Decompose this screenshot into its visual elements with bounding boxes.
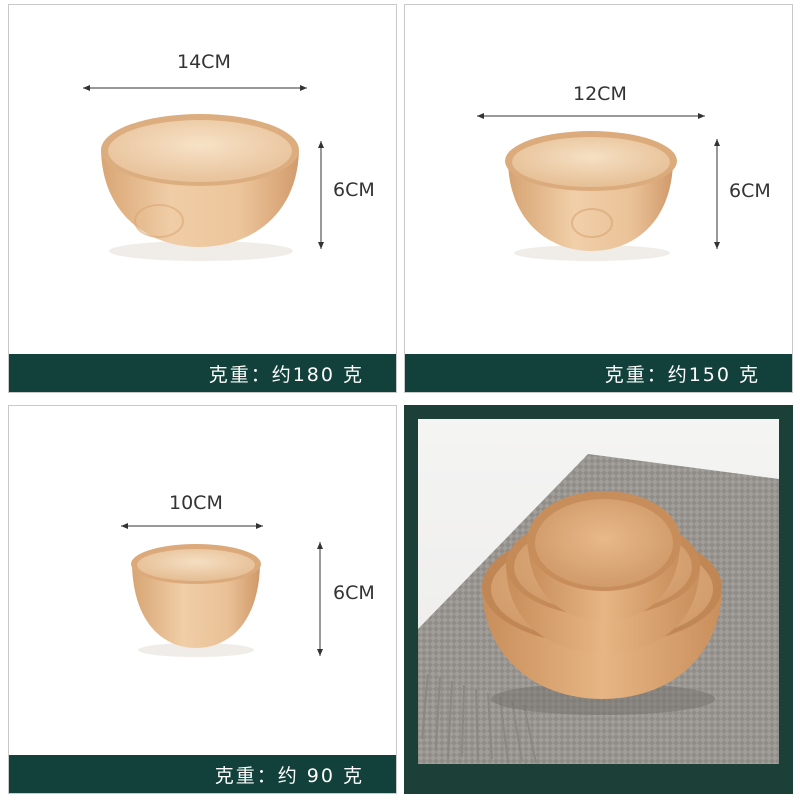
nested-bowls-photo-panel <box>404 405 793 794</box>
large-bowl-illustration <box>83 85 324 261</box>
weight-label: 克重：约180 克 <box>9 354 396 392</box>
product-panel-large: 14CM 6CM 克重：约180 克 <box>8 4 397 393</box>
weight-label: 克重：约 90 克 <box>9 755 396 793</box>
weight-label: 克重：约150 克 <box>405 354 792 392</box>
nested-bowls-photo <box>418 419 779 764</box>
product-panel-medium: 12CM 6CM 克重：约150 克 <box>404 4 793 393</box>
medium-bowl-illustration <box>477 113 720 261</box>
small-bowl-illustration <box>121 523 323 657</box>
product-panel-small: 10CM 6CM 克重：约 90 克 <box>8 405 397 794</box>
